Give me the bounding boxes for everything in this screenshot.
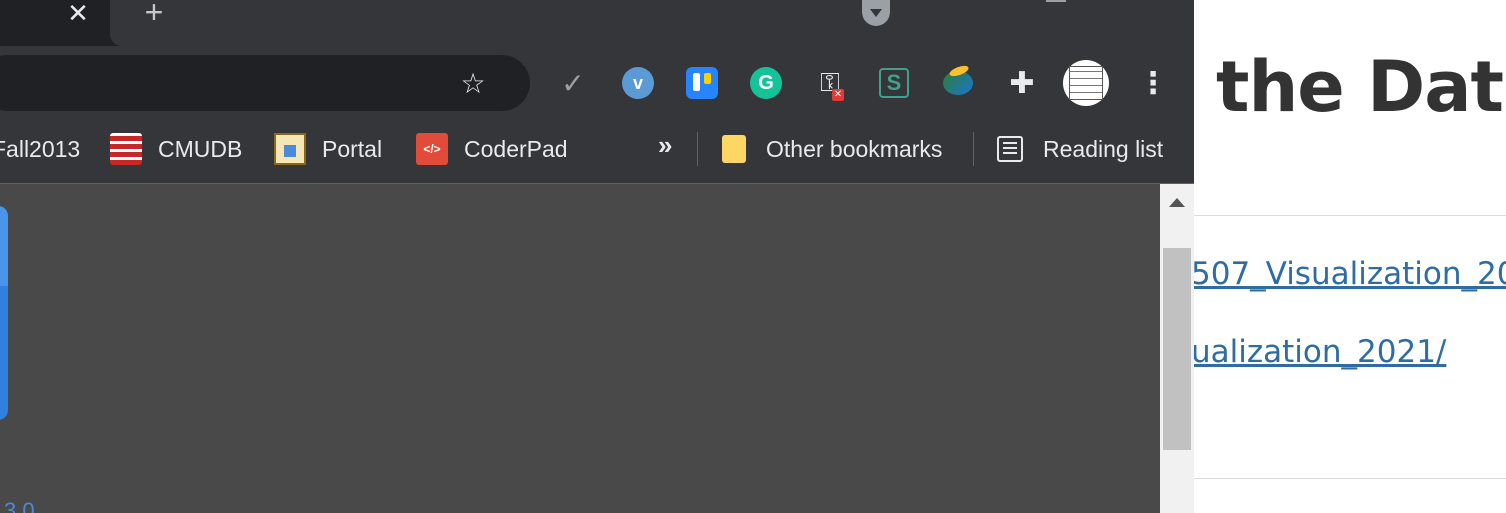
- bookmarks-overflow-button[interactable]: »: [658, 130, 672, 161]
- tab-strip-empty-area: +: [110, 0, 1194, 46]
- new-tab-button[interactable]: +: [140, 0, 168, 28]
- tab-strip: ✕ +: [0, 0, 1194, 46]
- bookmark-separator: [973, 132, 974, 166]
- s-extension-icon[interactable]: S: [877, 66, 911, 100]
- more-menu-icon[interactable]: ⋮: [1138, 64, 1168, 104]
- vimeo-extension-icon[interactable]: v: [621, 66, 655, 100]
- blue-panel-highlight: [0, 206, 8, 286]
- bookmark-label: CMUDB: [158, 135, 243, 162]
- bookmark-fall2013[interactable]: Fall2013: [0, 132, 80, 166]
- version-fragment: 3.0: [4, 498, 35, 513]
- divider: [1194, 478, 1506, 479]
- close-tab-icon[interactable]: ✕: [64, 0, 92, 28]
- portal-favicon-icon: [274, 133, 306, 165]
- reading-list-button[interactable]: Reading list: [997, 132, 1163, 166]
- address-bar[interactable]: ☆: [0, 55, 530, 111]
- browser-toolbar: ☆ ✓ v G ⚿ ✕ S ✚ ⋮: [0, 46, 1194, 122]
- scroll-up-arrow-icon[interactable]: [1169, 198, 1185, 207]
- trello-extension-icon[interactable]: [685, 66, 719, 100]
- vertical-scrollbar[interactable]: [1160, 184, 1194, 513]
- bookmark-label: Portal: [322, 135, 383, 162]
- divider: [1194, 215, 1506, 216]
- download-manager-icon[interactable]: [941, 66, 975, 100]
- reading-list-label: Reading list: [1043, 135, 1164, 162]
- other-bookmarks-button[interactable]: Other bookmarks: [722, 132, 942, 166]
- coderpad-favicon-icon: </>: [416, 133, 448, 165]
- visualization-link-2[interactable]: ualization_2021/: [1194, 334, 1446, 370]
- background-web-page: the Data 507_Visualization_2021 ualizati…: [1194, 0, 1506, 513]
- bookmark-cmudb[interactable]: CMUDB: [110, 132, 242, 166]
- reading-list-icon: [997, 136, 1023, 162]
- bookmark-label: CoderPad: [464, 135, 568, 162]
- scrollbar-thumb[interactable]: [1163, 248, 1191, 450]
- page-viewport: 3.0: [0, 184, 1160, 513]
- browser-window: ✕ + ☆ ✓ v G ⚿ ✕ S ✚ ⋮ Fall2013 CMUDB Port…: [0, 0, 1194, 513]
- bookmark-label: Fall2013: [0, 135, 81, 162]
- visualization-link-1[interactable]: 507_Visualization_2021: [1194, 256, 1506, 292]
- check-extension-icon[interactable]: ✓: [556, 66, 590, 100]
- extensions-puzzle-icon[interactable]: ✚: [1005, 66, 1039, 100]
- folder-icon: [722, 135, 746, 163]
- bookmark-separator: [697, 132, 698, 166]
- profile-avatar[interactable]: [1063, 60, 1109, 106]
- bookmark-portal[interactable]: Portal: [274, 132, 382, 166]
- bookmarks-bar: Fall2013 CMUDB Portal </> CoderPad » Oth…: [0, 122, 1194, 184]
- cmudb-favicon-icon: [110, 133, 142, 165]
- grammarly-extension-icon[interactable]: G: [749, 66, 783, 100]
- blue-panel-edge[interactable]: [0, 206, 8, 420]
- password-extension-icon[interactable]: ⚿ ✕: [813, 66, 847, 101]
- other-bookmarks-label: Other bookmarks: [766, 135, 943, 162]
- minimize-button[interactable]: [1046, 0, 1066, 2]
- page-heading: the Data: [1216, 46, 1506, 128]
- bookmark-star-icon[interactable]: ☆: [458, 69, 488, 99]
- bookmark-coderpad[interactable]: </> CoderPad: [416, 132, 568, 166]
